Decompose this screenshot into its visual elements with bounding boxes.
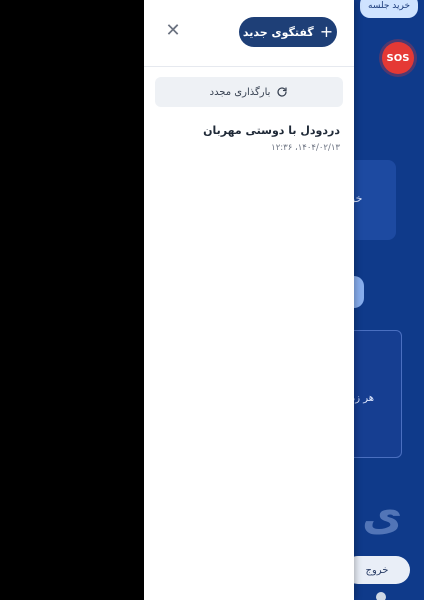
- background-card-text: خو: [354, 192, 363, 205]
- conversation-drawer: + گفتگوی جدید ✕ بارگذاری مجدد دردودل با …: [144, 0, 354, 600]
- status-dot: [376, 592, 386, 600]
- new-chat-label: گفتگوی جدید: [242, 25, 314, 39]
- background-card: هر زم: [354, 330, 402, 458]
- buy-session-button[interactable]: خرید جلسه: [360, 0, 419, 18]
- conversation-item[interactable]: دردودل با دوستی مهربان ۱۴۰۴/۰۲/۱۳، ۱۲:۳۶: [160, 120, 340, 153]
- background-card-text: آ: [354, 208, 396, 226]
- close-icon[interactable]: ✕: [164, 22, 182, 40]
- reload-label: بارگذاری مجدد: [209, 86, 271, 98]
- reload-button[interactable]: بارگذاری مجدد: [155, 77, 343, 107]
- app-logo-icon: ی: [362, 490, 403, 541]
- plus-icon: +: [319, 22, 334, 41]
- drawer-header: + گفتگوی جدید ✕: [144, 0, 354, 67]
- refresh-icon: [277, 87, 288, 97]
- new-chat-button[interactable]: + گفتگوی جدید: [239, 17, 337, 47]
- exit-button[interactable]: خروج: [354, 556, 410, 584]
- background-circle-button[interactable]: [354, 276, 364, 308]
- background-card: خو آ: [354, 160, 396, 240]
- conversation-date: ۱۴۰۴/۰۲/۱۳، ۱۲:۳۶: [271, 143, 340, 153]
- background-card-text: هر زم: [354, 393, 374, 404]
- background-app: خرید جلسه SOS خو آ هر زم ی خروج: [354, 0, 424, 600]
- conversation-title: دردودل با دوستی مهربان: [203, 124, 340, 137]
- sos-button[interactable]: SOS: [382, 42, 414, 74]
